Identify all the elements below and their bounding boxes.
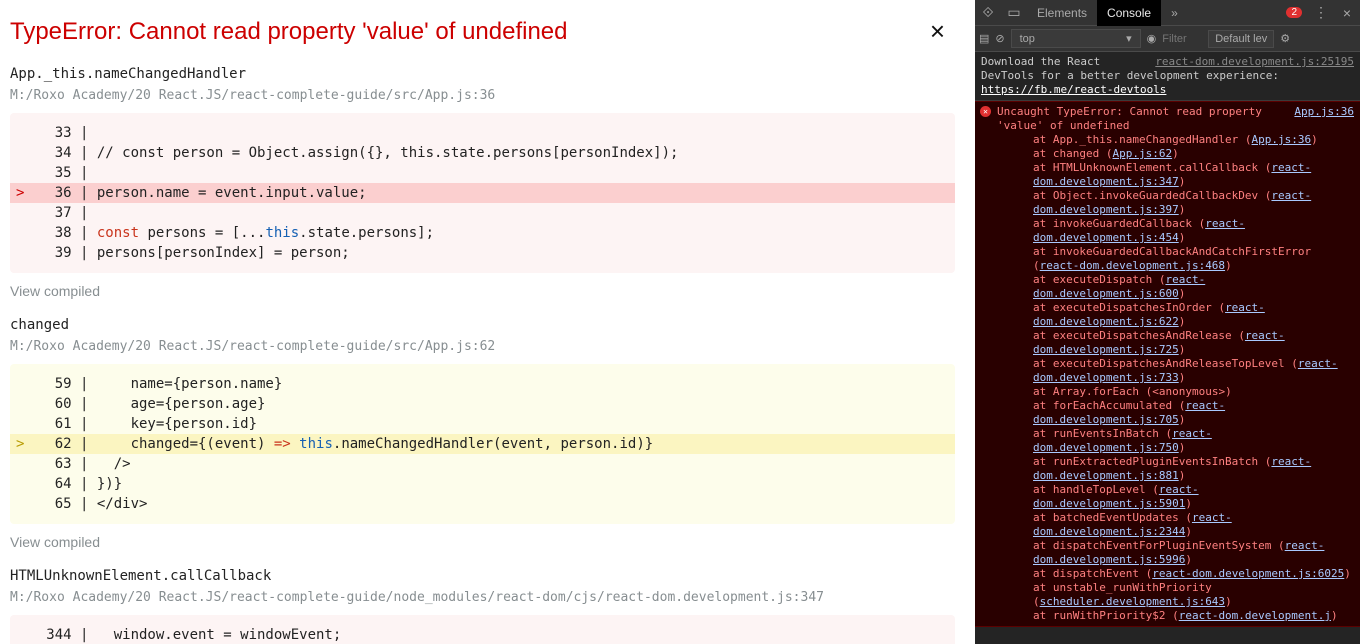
view-compiled-link[interactable]: View compiled	[10, 283, 955, 299]
stack-line: at handleTopLevel (react-dom.development…	[997, 483, 1354, 511]
code-block: 344 | window.event = windowEvent;	[10, 615, 955, 644]
console-body: react-dom.development.js:25195 Download …	[975, 52, 1360, 644]
error-overlay: TypeError: Cannot read property 'value' …	[0, 0, 975, 644]
error-head: Uncaught TypeError: Cannot read property…	[997, 105, 1262, 132]
code-line: >36 | person.name = event.input.value;	[10, 183, 955, 203]
settings-icon[interactable]: ⚙	[1280, 32, 1290, 45]
code-line: >62 | changed={(event) => this.nameChang…	[10, 434, 955, 454]
filter-input[interactable]	[1162, 33, 1202, 45]
log-levels[interactable]: Default lev	[1208, 30, 1274, 48]
stack-line: at executeDispatchesInOrder (react-dom.d…	[997, 301, 1354, 329]
stack-file-link[interactable]: react-dom.development.js:705	[1033, 399, 1225, 426]
console-error-row: ✕ App.js:36 Uncaught TypeError: Cannot r…	[975, 101, 1360, 627]
frame-function: changed	[10, 317, 955, 333]
stack-file-link[interactable]: react-dom.development.js:725	[1033, 329, 1285, 356]
devtools-panel: ⟐ ▭ Elements Console » 2 ⋮ × ▤ ⊘ top ▾ ◉…	[975, 0, 1360, 644]
console-info-row: react-dom.development.js:25195 Download …	[975, 52, 1360, 101]
stack-file-link[interactable]: App.js:62	[1112, 147, 1172, 160]
context-label: top	[1020, 33, 1035, 45]
tab-console[interactable]: Console	[1097, 0, 1161, 26]
code-line: 61 | key={person.id}	[10, 414, 955, 434]
code-line: 34 | // const person = Object.assign({},…	[10, 143, 955, 163]
stack-line: at dispatchEvent (react-dom.development.…	[997, 567, 1354, 581]
close-button[interactable]: ×	[930, 18, 945, 44]
frame-function: HTMLUnknownElement.callCallback	[10, 568, 955, 584]
device-icon[interactable]: ▭	[1001, 4, 1027, 21]
stack-file-link[interactable]: scheduler.development.js:643	[1040, 595, 1225, 608]
code-line: 344 | window.event = windowEvent;	[10, 625, 955, 644]
error-source-link[interactable]: App.js:36	[1294, 105, 1354, 119]
view-compiled-link[interactable]: View compiled	[10, 534, 955, 550]
frame-file[interactable]: M:/Roxo Academy/20 React.JS/react-comple…	[10, 590, 955, 605]
code-line: 37 |	[10, 203, 955, 223]
stack-line: at changed (App.js:62)	[997, 147, 1354, 161]
stack-line: at unstable_runWithPriority (scheduler.d…	[997, 581, 1354, 609]
stack-file-link[interactable]: react-dom.development.js:5901	[1033, 483, 1199, 510]
stack-line: at executeDispatchesAndReleaseTopLevel (…	[997, 357, 1354, 385]
devtools-tabs: ⟐ ▭ Elements Console » 2 ⋮ ×	[975, 0, 1360, 26]
stack-line: at invokeGuardedCallback (react-dom.deve…	[997, 217, 1354, 245]
info-source-link[interactable]: react-dom.development.js:25195	[1155, 55, 1354, 69]
stack-line: at App._this.nameChangedHandler (App.js:…	[997, 133, 1354, 147]
code-line: 59 | name={person.name}	[10, 374, 955, 394]
stack-file-link[interactable]: react-dom.development.js:622	[1033, 301, 1265, 328]
stack-line: at dispatchEventForPluginEventSystem (re…	[997, 539, 1354, 567]
menu-icon[interactable]: ⋮	[1308, 4, 1334, 21]
code-block: 33 | 34 | // const person = Object.assig…	[10, 113, 955, 273]
stack-line: at Array.forEach (<anonymous>)	[997, 385, 1354, 399]
console-toolbar: ▤ ⊘ top ▾ ◉ Default lev ⚙	[975, 26, 1360, 52]
stack-file-link[interactable]: react-dom.development.js:6025	[1152, 567, 1344, 580]
stack-line: at runExtractedPluginEventsInBatch (reac…	[997, 455, 1354, 483]
stack-file-link[interactable]: react-dom.development.js:468	[1040, 259, 1225, 272]
stack-file-link[interactable]: App.js:36	[1252, 133, 1312, 146]
stack-file-link[interactable]: react-dom.development.j	[1179, 609, 1331, 622]
code-line: 33 |	[10, 123, 955, 143]
stack-line: at forEachAccumulated (react-dom.develop…	[997, 399, 1354, 427]
error-count-badge[interactable]: 2	[1286, 7, 1302, 18]
sidebar-toggle-icon[interactable]: ▤	[979, 32, 989, 45]
info-link[interactable]: https://fb.me/react-devtools	[981, 83, 1166, 96]
stack-file-link[interactable]: react-dom.development.js:454	[1033, 217, 1245, 244]
frame-function: App._this.nameChangedHandler	[10, 66, 955, 82]
code-line: 38 | const persons = [...this.state.pers…	[10, 223, 955, 243]
code-line: 65 | </div>	[10, 494, 955, 514]
code-block: 59 | name={person.name} 60 | age={person…	[10, 364, 955, 524]
code-line: 39 | persons[personIndex] = person;	[10, 243, 955, 263]
tab-elements[interactable]: Elements	[1027, 0, 1097, 26]
stack-line: at runEventsInBatch (react-dom.developme…	[997, 427, 1354, 455]
tab-more[interactable]: »	[1161, 0, 1188, 26]
chevron-down-icon: ▾	[1126, 32, 1132, 45]
error-icon: ✕	[980, 106, 991, 117]
code-line: 35 |	[10, 163, 955, 183]
stack-file-link[interactable]: react-dom.development.js:2344	[1033, 511, 1232, 538]
code-line: 64 | })}	[10, 474, 955, 494]
inspect-icon[interactable]: ⟐	[975, 4, 1001, 21]
eye-icon[interactable]: ◉	[1147, 32, 1157, 45]
context-selector[interactable]: top ▾	[1011, 29, 1141, 48]
stack-line: at invokeGuardedCallbackAndCatchFirstErr…	[997, 245, 1354, 273]
frame-file[interactable]: M:/Roxo Academy/20 React.JS/react-comple…	[10, 88, 955, 103]
stack-line: at runWithPriority$2 (react-dom.developm…	[997, 609, 1354, 623]
error-title: TypeError: Cannot read property 'value' …	[10, 10, 955, 60]
stack-line: at Object.invokeGuardedCallbackDev (reac…	[997, 189, 1354, 217]
stack-line: at executeDispatch (react-dom.developmen…	[997, 273, 1354, 301]
code-line: 60 | age={person.age}	[10, 394, 955, 414]
stack-line: at executeDispatchesAndRelease (react-do…	[997, 329, 1354, 357]
stack-line: at HTMLUnknownElement.callCallback (reac…	[997, 161, 1354, 189]
code-line: 63 | />	[10, 454, 955, 474]
devtools-close-icon[interactable]: ×	[1334, 5, 1360, 21]
clear-console-icon[interactable]: ⊘	[995, 32, 1004, 45]
stack-line: at batchedEventUpdates (react-dom.develo…	[997, 511, 1354, 539]
frame-file[interactable]: M:/Roxo Academy/20 React.JS/react-comple…	[10, 339, 955, 354]
